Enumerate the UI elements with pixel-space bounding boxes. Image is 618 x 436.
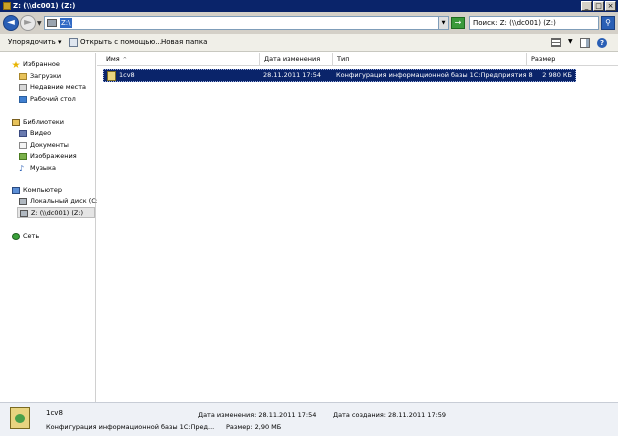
column-header-type[interactable]: Тип xyxy=(333,53,527,66)
file-type: Конфигурация информационной базы 1С:Пред… xyxy=(336,71,533,79)
column-name-label: Имя xyxy=(106,55,120,63)
details-pane: 1cv8 Конфигурация информационной базы 1С… xyxy=(0,402,618,436)
sort-ascending-icon: ^ xyxy=(122,57,127,63)
close-button[interactable]: × xyxy=(605,1,616,11)
open-with-button[interactable]: Открыть с помощью... xyxy=(80,38,162,46)
column-header-size[interactable]: Размер xyxy=(527,53,577,66)
recent-places-icon xyxy=(19,84,27,91)
computer-icon xyxy=(12,187,20,194)
nav-item-label: Видео xyxy=(30,129,52,137)
nav-computer-label: Компьютер xyxy=(23,186,62,194)
go-button[interactable]: → xyxy=(451,17,465,29)
detail-file-name: 1cv8 xyxy=(46,409,63,417)
downloads-icon xyxy=(19,73,27,80)
nav-favorites-label: Избранное xyxy=(23,60,60,68)
drive-icon xyxy=(3,2,11,10)
maximize-button[interactable]: □ xyxy=(593,1,604,11)
open-with-icon xyxy=(69,38,78,47)
command-bar: Упорядочить ▾ Открыть с помощью... Новая… xyxy=(0,34,618,52)
nav-item-label: Загрузки xyxy=(30,72,62,80)
organize-menu[interactable]: Упорядочить ▾ xyxy=(8,38,62,46)
title-bar: Z: (\\dc001) (Z:) _ □ × xyxy=(0,0,618,12)
detail-modified: Дата изменения: 28.11.2011 17:54 xyxy=(198,411,317,419)
local-disk-icon xyxy=(19,198,27,205)
documents-icon xyxy=(19,142,27,149)
1c-config-file-icon xyxy=(107,71,116,81)
column-header-date[interactable]: Дата изменения xyxy=(260,53,333,66)
nav-item-label: Изображения xyxy=(30,152,77,160)
forward-button[interactable]: ► xyxy=(20,15,36,31)
music-note-icon: ♪ xyxy=(19,165,27,173)
column-header-name[interactable]: Имя ^ xyxy=(102,53,260,66)
desktop-icon xyxy=(19,96,27,103)
nav-item-label: Документы xyxy=(30,141,69,149)
address-dropdown-button[interactable]: ▼ xyxy=(438,17,448,29)
detail-size: Размер: 2,90 МБ xyxy=(226,423,282,431)
preview-pane-icon[interactable] xyxy=(580,38,590,48)
window-title: Z: (\\dc001) (Z:) xyxy=(13,2,76,10)
nav-item-label: Z: (\\dc001) (Z:) xyxy=(31,209,84,217)
file-name: 1cv8 xyxy=(119,71,135,79)
table-row[interactable]: 1cv8 28.11.2011 17:54 Конфигурация инфор… xyxy=(103,69,576,82)
recent-pages-dropdown[interactable]: ▼ xyxy=(37,20,42,27)
address-field[interactable]: Z:\ ▼ xyxy=(44,16,449,30)
back-button[interactable]: ◄ xyxy=(3,15,19,31)
column-headers: Имя ^ Дата изменения Тип Размер xyxy=(97,53,618,66)
1c-config-file-icon xyxy=(10,407,30,429)
search-input[interactable]: Поиск: Z: (\\dc001) (Z:) xyxy=(469,16,599,30)
organize-label: Упорядочить xyxy=(8,38,56,46)
search-button[interactable]: ⚲ xyxy=(601,16,615,30)
nav-network-label: Сеть xyxy=(23,232,40,240)
view-options-dropdown[interactable]: ▼ xyxy=(568,38,573,45)
nav-item-label: Рабочий стол xyxy=(30,95,76,103)
star-icon xyxy=(12,61,20,68)
new-folder-button[interactable]: Новая папка xyxy=(161,38,207,46)
minimize-button[interactable]: _ xyxy=(581,1,592,11)
network-drive-icon xyxy=(47,19,57,27)
network-icon xyxy=(12,233,20,240)
images-icon xyxy=(19,153,27,160)
nav-item-label: Музыка xyxy=(30,164,56,172)
help-icon[interactable]: ? xyxy=(597,38,607,48)
detail-created: Дата создания: 28.11.2011 17:59 xyxy=(333,411,447,419)
network-drive-icon xyxy=(20,210,28,217)
file-list-pane: Имя ^ Дата изменения Тип Размер 1cv8 28.1… xyxy=(97,53,618,402)
file-date: 28.11.2011 17:54 xyxy=(263,71,322,79)
nav-item-label: Локальный диск (C:) xyxy=(30,197,101,205)
detail-file-type: Конфигурация информационной базы 1С:Пред… xyxy=(46,423,215,431)
view-options-icon[interactable] xyxy=(551,38,561,47)
nav-libraries-label: Библиотеки xyxy=(23,118,64,126)
nav-item-network-drive-z[interactable]: Z: (\\dc001) (Z:) xyxy=(17,207,95,218)
address-value[interactable]: Z:\ xyxy=(60,18,72,28)
libraries-icon xyxy=(12,119,20,126)
video-icon xyxy=(19,130,27,137)
nav-item-label: Недавние места xyxy=(30,83,86,91)
address-toolbar: ◄ ► ▼ Z:\ ▼ → Поиск: Z: (\\dc001) (Z:) ⚲ xyxy=(0,12,618,34)
navigation-pane: Избранное Загрузки Недавние места Рабочи… xyxy=(0,53,101,402)
file-size: 2 980 КБ xyxy=(542,71,572,79)
